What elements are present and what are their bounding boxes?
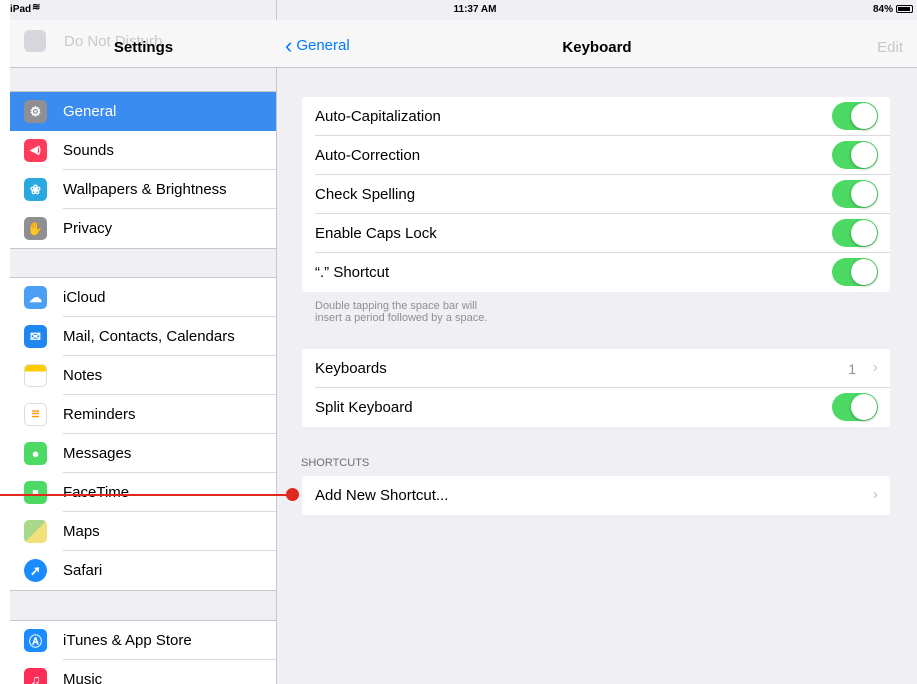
sidebar-group-1: ⚙ General ◀) Sounds ❀ Wallpapers & Brigh… (10, 91, 276, 249)
ipad-screen: Do Not Disturb Settings ⚙ General ◀) Sou… (10, 0, 917, 684)
sidebar-title: Settings (113, 39, 174, 56)
flower-icon: ❀ (24, 178, 47, 201)
period-shortcut-toggle[interactable] (832, 258, 878, 286)
clock: 11:37 AM (453, 4, 497, 15)
wifi-icon: ≋ (32, 2, 41, 13)
hand-icon: ✋ (24, 217, 47, 240)
setting-row-check-spelling: Check Spelling (302, 175, 890, 214)
auto-capitalization-toggle[interactable] (832, 102, 878, 130)
sidebar-item-privacy[interactable]: ✋ Privacy (10, 209, 276, 248)
sidebar-item-label: Wallpapers & Brightness (63, 170, 276, 209)
auto-correction-toggle[interactable] (832, 141, 878, 169)
chevron-right-icon: › (872, 486, 878, 503)
toggle-knob (851, 103, 877, 129)
envelope-icon: ✉ (24, 325, 47, 348)
sidebar-item-mail-contacts-calendars[interactable]: ✉ Mail, Contacts, Calendars (10, 317, 276, 356)
chevron-right-icon: › (872, 359, 878, 376)
gear-icon: ⚙ (24, 100, 47, 123)
sidebar-item-label: Safari (63, 562, 103, 579)
keyboards-count: 1 (848, 361, 856, 377)
sidebar-group-2: ☁ iCloud ✉ Mail, Contacts, Calendars Not… (10, 277, 276, 591)
footnote-line: Double tapping the space bar will (315, 300, 478, 312)
sidebar-item-label: General (63, 103, 117, 120)
sidebar-item-wallpapers-brightness[interactable]: ❀ Wallpapers & Brightness (10, 170, 276, 209)
sidebar-item-label: Maps (63, 512, 276, 551)
compass-icon: ➚ (24, 559, 47, 582)
toggle-knob (851, 220, 877, 246)
sidebar-item-music[interactable]: ♫ Music (10, 660, 276, 684)
setting-label: Add New Shortcut... (315, 487, 449, 504)
setting-row-split-keyboard: Split Keyboard (302, 388, 890, 427)
setting-label: Auto-Correction (315, 136, 890, 175)
setting-row-period-shortcut: “.” Shortcut (302, 253, 890, 292)
edit-button[interactable]: Edit (877, 39, 903, 56)
sidebar-item-label: Sounds (63, 131, 276, 170)
battery-icon (896, 5, 913, 13)
video-camera-icon: ■ (24, 481, 47, 504)
sidebar-item-label: Music (63, 671, 103, 684)
sidebar-item-label: Privacy (63, 220, 113, 237)
split-keyboard-toggle[interactable] (832, 393, 878, 421)
setting-row-auto-correction: Auto-Correction (302, 136, 890, 175)
keyboard-toggles-group: Auto-Capitalization Auto-Correction Chec… (302, 97, 890, 292)
sidebar-item-notes[interactable]: Notes (10, 356, 276, 395)
sidebar-item-label: Reminders (63, 395, 276, 434)
page-title: Keyboard (562, 39, 632, 56)
sidebar-item-general[interactable]: ⚙ General (10, 92, 276, 131)
sidebar-item-label: Mail, Contacts, Calendars (63, 317, 276, 356)
app-store-icon: Ⓐ (24, 629, 47, 652)
callout-dot (286, 488, 299, 501)
toggle-knob (851, 142, 877, 168)
sidebar-item-safari[interactable]: ➚ Safari (10, 551, 276, 590)
sidebar-header: Do Not Disturb Settings (10, 20, 277, 68)
sidebar-group-3: Ⓐ iTunes & App Store ♫ Music (10, 620, 276, 684)
setting-label: Auto-Capitalization (315, 97, 890, 136)
toggle-knob (851, 394, 877, 420)
navigation-bar: ‹ General Keyboard Edit (277, 20, 917, 68)
settings-sidebar: Do Not Disturb Settings ⚙ General ◀) Sou… (10, 0, 277, 684)
check-spelling-toggle[interactable] (832, 180, 878, 208)
setting-label: Enable Caps Lock (315, 214, 890, 253)
sidebar-item-label: Notes (63, 356, 276, 395)
sidebar-item-label: iTunes & App Store (63, 621, 276, 660)
status-bar: iPad ≋ 11:37 AM 84% (10, 0, 917, 20)
sidebar-item-maps[interactable]: Maps (10, 512, 276, 551)
setting-label: Split Keyboard (315, 399, 413, 416)
speaker-icon: ◀) (24, 139, 47, 162)
cloud-icon: ☁ (24, 286, 47, 309)
map-icon (24, 520, 47, 543)
list-icon: ☰ (24, 403, 47, 426)
sidebar-item-sounds[interactable]: ◀) Sounds (10, 131, 276, 170)
callout-line (0, 494, 293, 496)
notes-icon (24, 364, 47, 387)
sidebar-item-label: Messages (63, 434, 276, 473)
keyboards-group: Keyboards 1 › Split Keyboard (302, 349, 890, 427)
enable-caps-lock-toggle[interactable] (832, 219, 878, 247)
sidebar-item-facetime[interactable]: ■ FaceTime (10, 473, 276, 512)
keyboard-settings-pane: ‹ General Keyboard Edit Auto-Capitalizat… (277, 0, 917, 684)
toggle-knob (851, 259, 877, 285)
sidebar-item-reminders[interactable]: ☰ Reminders (10, 395, 276, 434)
battery-percent: 84% (872, 4, 893, 15)
footnote-line: insert a period followed by a space. (315, 312, 488, 324)
sidebar-item-label: FaceTime (63, 473, 276, 512)
keyboards-row[interactable]: Keyboards 1 › (302, 349, 890, 388)
device-label: iPad (10, 4, 32, 15)
setting-label: “.” Shortcut (315, 264, 390, 281)
sidebar-item-messages[interactable]: ● Messages (10, 434, 276, 473)
setting-label: Check Spelling (315, 175, 890, 214)
setting-row-enable-caps-lock: Enable Caps Lock (302, 214, 890, 253)
shortcuts-group: Add New Shortcut... › (302, 476, 890, 515)
add-new-shortcut-row[interactable]: Add New Shortcut... › (302, 476, 890, 515)
music-note-icon: ♫ (24, 668, 47, 684)
sidebar-item-label: iCloud (63, 278, 276, 317)
setting-row-auto-capitalization: Auto-Capitalization (302, 97, 890, 136)
shortcuts-section-header: SHORTCUTS (301, 457, 370, 469)
sidebar-item-icloud[interactable]: ☁ iCloud (10, 278, 276, 317)
period-shortcut-footnote: Double tapping the space bar will insert… (315, 300, 487, 324)
speech-bubble-icon: ● (24, 442, 47, 465)
toggle-knob (851, 181, 877, 207)
setting-label: Keyboards (315, 349, 890, 388)
sidebar-item-itunes-app-store[interactable]: Ⓐ iTunes & App Store (10, 621, 276, 660)
